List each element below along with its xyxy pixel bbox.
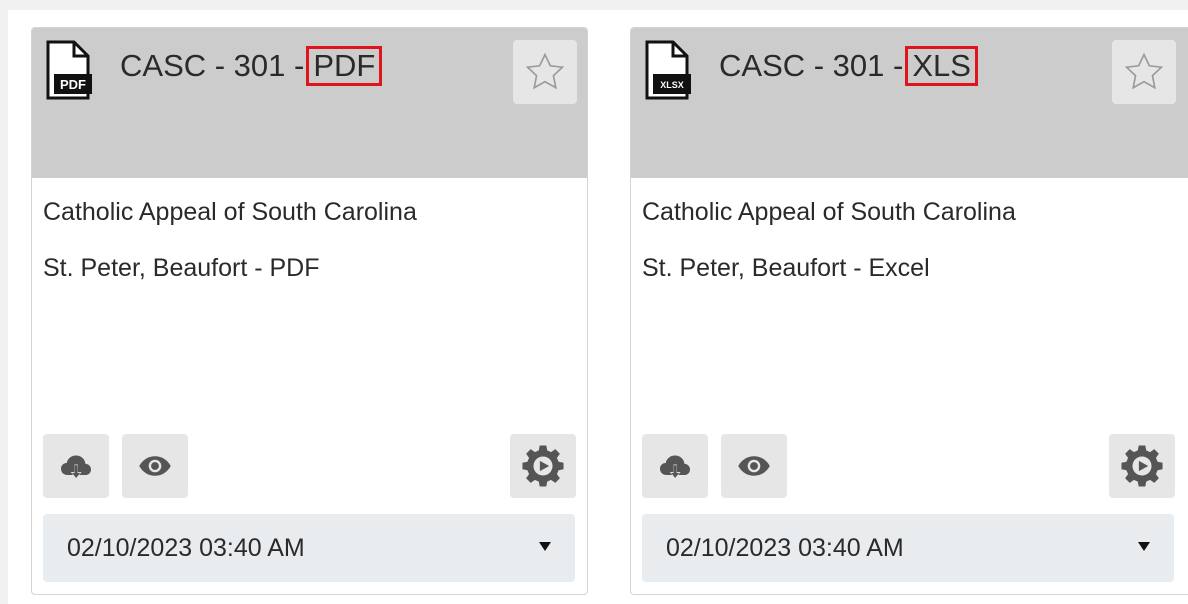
view-button[interactable] bbox=[122, 434, 188, 498]
pdf-file-icon: PDF bbox=[46, 40, 92, 100]
view-button[interactable] bbox=[721, 434, 787, 498]
gear-icon bbox=[1121, 445, 1163, 487]
report-card-pdf: PDF CASC - 301 - PDF Catholic Appeal of S… bbox=[31, 27, 588, 595]
favorite-button[interactable] bbox=[513, 40, 577, 104]
download-button[interactable] bbox=[43, 434, 109, 498]
version-date-select[interactable]: 02/10/2023 03:40 AM bbox=[43, 514, 575, 582]
xlsx-icon-label: XLSX bbox=[660, 80, 684, 90]
selected-date: 02/10/2023 03:40 AM bbox=[666, 533, 904, 562]
card-description-line1: Catholic Appeal of South Carolina bbox=[642, 198, 1016, 226]
caret-down-icon bbox=[1138, 542, 1150, 551]
card-header: PDF CASC - 301 - PDF bbox=[32, 28, 587, 178]
card-title: CASC - 301 - PDF bbox=[120, 46, 383, 86]
caret-down-icon bbox=[539, 542, 551, 551]
format-highlight: PDF bbox=[306, 46, 383, 86]
star-outline-icon bbox=[525, 52, 565, 90]
xlsx-file-icon: XLSX bbox=[645, 40, 691, 100]
report-cards-page: PDF CASC - 301 - PDF Catholic Appeal of S… bbox=[0, 0, 1188, 604]
card-title-prefix: CASC - 301 - bbox=[719, 48, 904, 83]
cloud-download-icon bbox=[61, 455, 91, 479]
card-description-line1: Catholic Appeal of South Carolina bbox=[43, 198, 417, 226]
left-border bbox=[0, 10, 8, 604]
star-outline-icon bbox=[1124, 52, 1164, 90]
card-title-prefix: CASC - 301 - bbox=[120, 48, 305, 83]
settings-button[interactable] bbox=[510, 434, 576, 498]
cloud-download-icon bbox=[660, 455, 690, 479]
card-header: XLSX CASC - 301 - XLS bbox=[631, 28, 1188, 178]
report-card-xls: XLSX CASC - 301 - XLS Catholic Appeal of … bbox=[630, 27, 1188, 595]
pdf-icon-label: PDF bbox=[60, 77, 86, 92]
favorite-button[interactable] bbox=[1112, 40, 1176, 104]
card-title: CASC - 301 - XLS bbox=[719, 46, 978, 86]
download-button[interactable] bbox=[642, 434, 708, 498]
gear-icon bbox=[522, 445, 564, 487]
settings-button[interactable] bbox=[1109, 434, 1175, 498]
card-description-line2: St. Peter, Beaufort - PDF bbox=[43, 254, 320, 282]
top-border bbox=[0, 0, 1188, 10]
format-highlight: XLS bbox=[905, 46, 978, 86]
eye-icon bbox=[139, 456, 171, 476]
selected-date: 02/10/2023 03:40 AM bbox=[67, 533, 305, 562]
card-description-line2: St. Peter, Beaufort - Excel bbox=[642, 254, 930, 282]
eye-icon bbox=[738, 456, 770, 476]
version-date-select[interactable]: 02/10/2023 03:40 AM bbox=[642, 514, 1174, 582]
